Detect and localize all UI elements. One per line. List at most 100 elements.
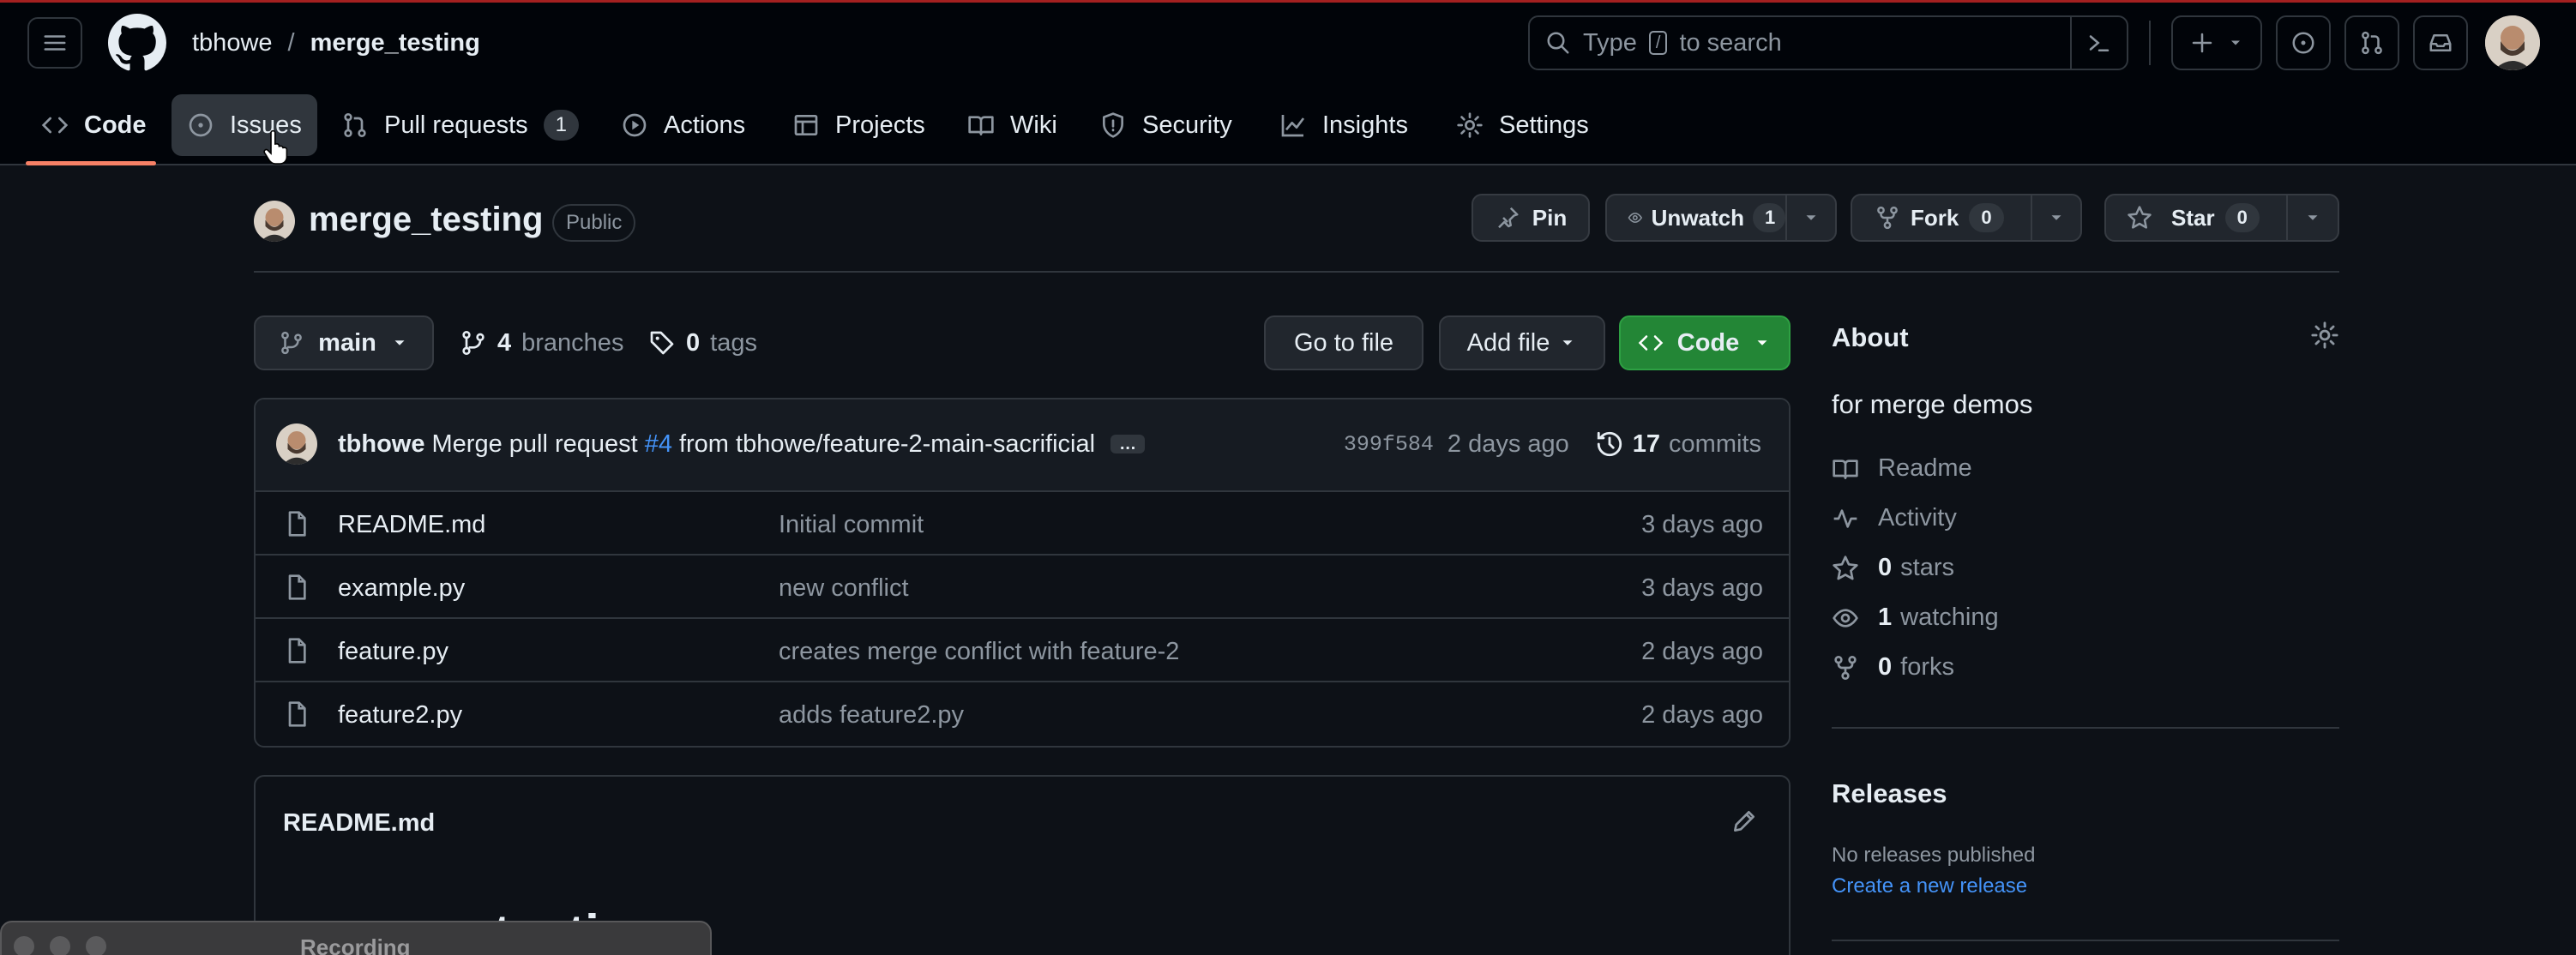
- tab-issues[interactable]: Issues: [172, 94, 317, 156]
- breadcrumb-owner[interactable]: tbhowe: [192, 29, 273, 57]
- star-icon: [1833, 555, 1858, 580]
- unwatch-button[interactable]: Unwatch 1: [1605, 194, 1837, 242]
- file-name[interactable]: feature2.py: [338, 701, 462, 730]
- issue-opened-icon: [2292, 32, 2314, 54]
- tab-pull-requests[interactable]: Pull requests 1: [326, 94, 594, 156]
- tab-security[interactable]: Security: [1084, 94, 1248, 156]
- table-row[interactable]: example.py new conflict 3 days ago: [256, 554, 1791, 617]
- stars-label: stars: [1900, 554, 1954, 581]
- file-commit-message[interactable]: adds feature2.py: [779, 701, 964, 730]
- tab-actions-label: Actions: [664, 111, 746, 139]
- file-icon: [288, 701, 306, 727]
- header-divider: [2149, 21, 2151, 65]
- file-commit-message[interactable]: Initial commit: [779, 511, 924, 539]
- code-icon: [1638, 335, 1664, 351]
- tab-code-label: Code: [84, 111, 147, 139]
- commit-message-pre[interactable]: Merge pull request: [432, 430, 638, 459]
- table-row[interactable]: feature.py creates merge conflict with f…: [256, 617, 1791, 681]
- inbox-button[interactable]: [2413, 15, 2468, 70]
- git-branch-icon: [281, 331, 303, 355]
- search-shortcut-key: /: [1648, 31, 1668, 55]
- github-logo-icon[interactable]: [108, 14, 166, 72]
- star-button[interactable]: Star 0: [2104, 194, 2339, 242]
- inbox-icon: [2429, 34, 2452, 51]
- commit-pr-link[interactable]: #4: [645, 430, 672, 459]
- fork-label: Fork: [1911, 204, 1959, 231]
- stars-link[interactable]: 0 stars: [1832, 554, 1954, 582]
- tab-wiki[interactable]: Wiki: [952, 94, 1073, 156]
- table-row[interactable]: README.md Initial commit 3 days ago: [256, 490, 1791, 554]
- commit-author[interactable]: tbhowe: [338, 430, 425, 459]
- breadcrumb-repo[interactable]: merge_testing: [310, 29, 480, 57]
- menu-button[interactable]: [27, 17, 82, 69]
- fork-button[interactable]: Fork 0: [1851, 194, 2082, 242]
- file-name[interactable]: example.py: [338, 574, 465, 603]
- window-minimize-icon[interactable]: [50, 936, 70, 955]
- repo-owner-avatar[interactable]: [254, 201, 295, 242]
- file-commit-date: 2 days ago: [1641, 701, 1763, 729]
- branch-select-button[interactable]: main: [254, 315, 434, 370]
- forks-link[interactable]: 0 forks: [1832, 653, 1954, 682]
- commit-meta: 399f584 2 days ago 17 commits: [1344, 429, 1761, 459]
- activity-link-label: Activity: [1878, 504, 1957, 532]
- watch-dropdown[interactable]: [1787, 208, 1835, 227]
- create-release-link[interactable]: Create a new release: [1832, 874, 2027, 898]
- window-close-icon[interactable]: [14, 936, 34, 955]
- avatar[interactable]: [2485, 15, 2540, 70]
- issues-shortcut-button[interactable]: [2276, 15, 2331, 70]
- window-zoom-icon[interactable]: [86, 936, 106, 955]
- commit-sha[interactable]: 399f584: [1344, 432, 1434, 457]
- tab-settings[interactable]: Settings: [1441, 94, 1604, 156]
- table-row[interactable]: feature2.py adds feature2.py 2 days ago: [256, 681, 1791, 744]
- file-name[interactable]: README.md: [338, 511, 485, 539]
- watching-link[interactable]: 1 watching: [1832, 604, 1999, 632]
- tab-projects[interactable]: Projects: [777, 94, 941, 156]
- caret-down-icon: [1757, 340, 1767, 345]
- git-pull-request-icon: [344, 113, 366, 137]
- pin-label: Pin: [1532, 204, 1568, 231]
- pin-button[interactable]: Pin: [1472, 194, 1590, 242]
- repo-title[interactable]: merge_testing: [309, 201, 543, 239]
- readme-link[interactable]: Readme: [1832, 454, 1972, 483]
- pencil-icon: [1734, 811, 1754, 832]
- activity-link[interactable]: Activity: [1832, 504, 1957, 532]
- create-new-button[interactable]: [2171, 15, 2262, 70]
- commits-history-link[interactable]: 17 commits: [1595, 429, 1761, 459]
- pull-requests-shortcut-button[interactable]: [2344, 15, 2399, 70]
- tab-insights[interactable]: Insights: [1264, 94, 1423, 156]
- about-title: About: [1832, 322, 1909, 352]
- go-to-file-button[interactable]: Go to file: [1264, 315, 1423, 370]
- recording-window[interactable]: Recording: [0, 921, 712, 955]
- releases-title[interactable]: Releases: [1832, 778, 1947, 809]
- fork-dropdown[interactable]: [2032, 208, 2080, 227]
- branches-label: branches: [521, 328, 624, 357]
- add-file-button[interactable]: Add file: [1439, 315, 1605, 370]
- pulse-icon: [1833, 508, 1857, 528]
- search-input[interactable]: Type / to search: [1528, 15, 2128, 70]
- file-name[interactable]: feature.py: [338, 638, 448, 666]
- tab-code[interactable]: Code: [26, 94, 162, 156]
- file-commit-date: 3 days ago: [1641, 574, 1763, 602]
- readme-title[interactable]: README.md: [283, 809, 435, 838]
- branches-link[interactable]: 4 branches: [460, 326, 623, 360]
- visibility-badge: Public: [552, 204, 636, 242]
- code-button[interactable]: Code: [1619, 315, 1791, 370]
- commit-author-avatar[interactable]: [276, 423, 317, 465]
- tab-actions[interactable]: Actions: [605, 94, 761, 156]
- git-pull-request-icon: [2362, 31, 2382, 55]
- graph-icon: [1281, 115, 1305, 137]
- commit-expand-button[interactable]: …: [1110, 435, 1146, 453]
- commit-message-post[interactable]: from tbhowe/feature-2-main-sacrificial: [679, 430, 1095, 459]
- repo-forked-icon: [1877, 206, 1898, 230]
- file-commit-message[interactable]: new conflict: [779, 574, 909, 603]
- edit-readme-button[interactable]: [1730, 808, 1758, 835]
- star-dropdown[interactable]: [2288, 208, 2338, 227]
- tab-insights-label: Insights: [1322, 111, 1408, 139]
- command-palette-button[interactable]: [2070, 15, 2127, 70]
- latest-commit-bar: tbhowe Merge pull request #4 from tbhowe…: [256, 399, 1789, 490]
- caret-down-icon: [2231, 40, 2240, 45]
- file-commit-message[interactable]: creates merge conflict with feature-2: [779, 638, 1179, 666]
- tags-link[interactable]: 0 tags: [648, 326, 757, 360]
- edit-about-button[interactable]: [2310, 321, 2339, 350]
- tab-settings-label: Settings: [1499, 111, 1589, 139]
